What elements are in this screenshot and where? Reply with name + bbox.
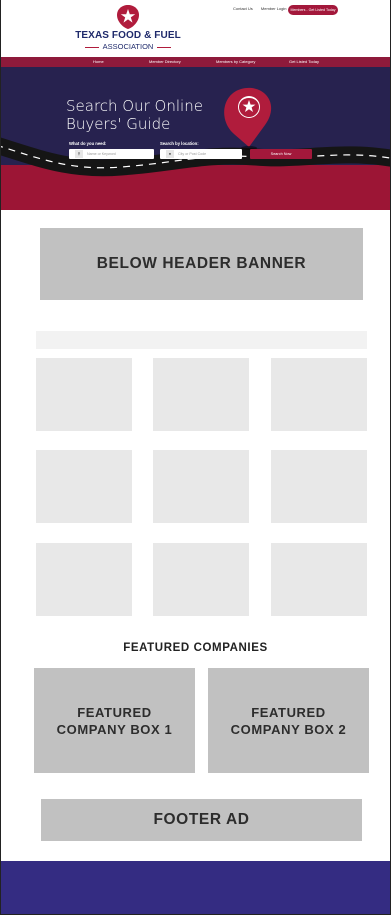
category-tile[interactable] xyxy=(36,543,132,616)
featured-company-box-2-label: FEATURED COMPANY BOX 2 xyxy=(230,704,347,737)
featured-companies-heading: FEATURED COMPANIES xyxy=(123,642,268,654)
site-footer xyxy=(1,861,390,914)
nav-item-get-listed[interactable]: Get Listed Today xyxy=(289,59,319,64)
featured-company-box-1[interactable]: FEATURED COMPANY BOX 1 xyxy=(34,668,195,773)
nav-item-home[interactable]: Home xyxy=(93,59,104,64)
category-tile[interactable] xyxy=(36,358,132,431)
get-listed-button[interactable]: Members - Get Listed Today xyxy=(288,5,338,15)
site-header: TEXAS FOOD & FUEL ASSOCIATION Contact Us… xyxy=(1,0,390,57)
hero-title: Search Our Online Buyers' Guide xyxy=(66,97,203,133)
member-login-link[interactable]: Member Login xyxy=(261,6,287,11)
location-pin-icon: ● xyxy=(166,150,174,159)
logo-text: TEXAS FOOD & FUEL xyxy=(75,30,181,41)
logo[interactable]: TEXAS FOOD & FUEL ASSOCIATION xyxy=(63,4,193,56)
road-illustration xyxy=(1,87,390,177)
footer-ad[interactable]: FOOTER AD xyxy=(41,799,362,841)
logo-subtext: ASSOCIATION xyxy=(63,42,193,51)
page: TEXAS FOOD & FUEL ASSOCIATION Contact Us… xyxy=(0,0,391,915)
location-input[interactable]: ● City or Post Code xyxy=(160,149,242,159)
category-tile[interactable] xyxy=(36,450,132,523)
keyword-input[interactable]: ⚲ Name or Keyword xyxy=(69,149,154,159)
search-icon: ⚲ xyxy=(75,150,83,159)
top-links: Contact Us Member Login xyxy=(233,6,294,16)
category-tile[interactable] xyxy=(271,450,367,523)
featured-company-box-1-label: FEATURED COMPANY BOX 1 xyxy=(56,704,173,737)
contact-us-link[interactable]: Contact Us xyxy=(233,6,253,11)
category-tile[interactable] xyxy=(271,543,367,616)
location-label: Search by location: xyxy=(160,141,199,146)
keyword-label: What do you need: xyxy=(69,141,107,146)
category-tile[interactable] xyxy=(153,450,249,523)
star-badge-icon xyxy=(117,5,139,29)
search-now-button[interactable]: Search Now xyxy=(250,149,312,159)
category-tile[interactable] xyxy=(153,358,249,431)
below-header-banner[interactable]: BELOW HEADER BANNER xyxy=(40,228,363,300)
category-tile[interactable] xyxy=(153,543,249,616)
category-strip xyxy=(36,331,367,349)
nav-item-members-by-category[interactable]: Members by Category xyxy=(216,59,255,64)
nav-item-member-directory[interactable]: Member Directory xyxy=(149,59,181,64)
below-header-banner-label: BELOW HEADER BANNER xyxy=(96,255,307,272)
featured-company-box-2[interactable]: FEATURED COMPANY BOX 2 xyxy=(208,668,369,773)
hero-banner: Search Our Online Buyers' Guide What do … xyxy=(1,67,390,210)
category-tile[interactable] xyxy=(271,358,367,431)
main-nav: Home Member Directory Members by Categor… xyxy=(1,57,390,67)
